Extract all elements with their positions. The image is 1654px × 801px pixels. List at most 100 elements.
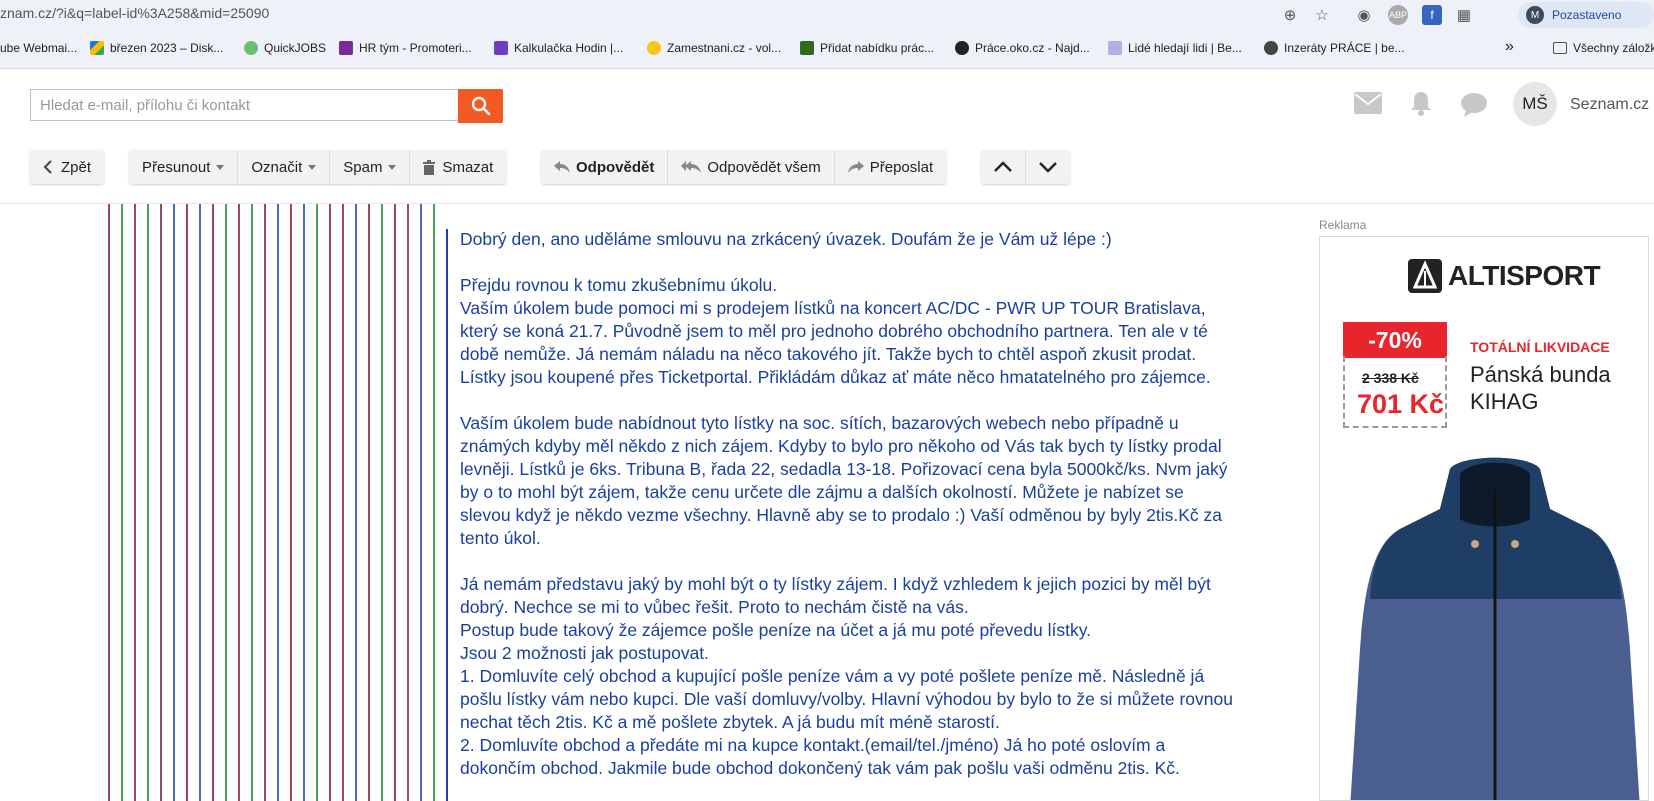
bookmark-item[interactable]: březen 2023 – Disk... [90, 41, 223, 55]
back-button[interactable]: Zpět [30, 150, 104, 184]
jacket-image [1350, 457, 1640, 800]
navigation-group [981, 150, 1070, 184]
ad-discount-badge: -70% [1343, 322, 1447, 358]
ad-promo-text: TOTÁLNÍ LIKVIDACE [1470, 339, 1610, 355]
message-line: slevou když je někdo vezme všechny. Hlav… [460, 505, 1222, 525]
message-line: nechat těch 2tis. Kč a mě pošlete zbytek… [460, 712, 1000, 732]
bell-icon[interactable] [1410, 90, 1432, 121]
folder-icon [1553, 42, 1567, 54]
forward-button[interactable]: Přeposlat [835, 150, 946, 184]
caret-down-icon [308, 164, 317, 170]
chevron-left-icon [43, 160, 52, 174]
message-line: dokončím obchod. Jakmile bude obchod dok… [460, 758, 1180, 778]
address-actions: ⊕ ☆ ◉ ABP f ▦ [1280, 4, 1474, 26]
message-line: Postup bude takový že zájemce pošle pení… [460, 620, 1092, 640]
zoom-icon[interactable]: ⊕ [1280, 5, 1300, 25]
ad-logo: ALTISPORT [1408, 259, 1601, 293]
message-line: Já nemám představu jaký by mohl být o ty… [460, 574, 1211, 594]
advertisement[interactable]: ALTISPORT -70% 2 338 Kč 701 Kč TOTÁLNÍ L… [1319, 236, 1649, 801]
quickjobs-icon [244, 41, 258, 55]
message-line: který se koná 21.7. Původně jsem to měl … [460, 321, 1208, 341]
back-group: Zpět [30, 150, 105, 184]
globe-icon [1264, 41, 1278, 55]
url-text[interactable]: znam.cz/?i&q=label-id%3A258&mid=25090 [0, 5, 269, 21]
delete-button[interactable]: Smazat [410, 150, 506, 184]
ad-old-price: 2 338 Kč [1362, 370, 1419, 386]
mark-button[interactable]: Označit [238, 150, 331, 184]
spam-button[interactable]: Spam [330, 150, 411, 184]
forward-icon [847, 161, 864, 173]
google-drive-icon [90, 41, 104, 55]
reply-group: Odpovědět Odpovědět všem Přeposlat [541, 150, 947, 184]
extension-globe-icon[interactable]: ◉ [1354, 5, 1374, 25]
star-icon[interactable]: ☆ [1312, 5, 1332, 25]
bookmarks-overflow-icon[interactable]: » [1505, 38, 1514, 56]
message-body: Dobrý den, ano uděláme smlouvu na zrkáce… [460, 228, 1300, 780]
user-avatar[interactable]: MŠ [1513, 82, 1557, 126]
onenote-icon [339, 41, 353, 55]
chevron-down-icon [1039, 162, 1057, 173]
extension-badge-icon[interactable]: f [1422, 5, 1442, 25]
trash-icon [423, 159, 436, 175]
quoted-thread-stripes [108, 204, 435, 801]
reply-all-icon [681, 161, 702, 173]
profile-status: Pozastaveno [1552, 8, 1622, 22]
caret-down-icon [388, 164, 397, 170]
ad-label: Reklama [1319, 218, 1367, 232]
bookmark-item[interactable]: Lidé hledají lidi | Be... [1108, 41, 1242, 55]
bookmarks-bar: ube Webmai... březen 2023 – Disk... Quic… [0, 30, 1654, 69]
reply-icon [554, 161, 570, 173]
extensions-puzzle-icon[interactable]: ▦ [1454, 5, 1474, 25]
message-line: pošlu lístky vám nebo kupci. Dle vaší do… [460, 689, 1233, 709]
chevron-up-icon [994, 161, 1012, 172]
bookmark-item[interactable]: ube Webmai... [0, 41, 77, 55]
altisport-logo-icon [1408, 259, 1442, 293]
paragraph-greeting: Dobrý den, ano uděláme smlouvu na zrkáce… [460, 228, 1300, 251]
previous-message-button[interactable] [981, 150, 1026, 184]
caret-down-icon [216, 164, 225, 170]
move-button[interactable]: Přesunout [129, 150, 239, 184]
lide-hledaji-lidi-icon [1108, 41, 1122, 55]
pridat-nabidku-icon [800, 41, 814, 55]
message-line: Vaším úkolem bude nabídnout tyto lístky … [460, 413, 1179, 433]
bookmark-item[interactable]: Inzeráty PRÁCE | be... [1264, 41, 1405, 55]
bookmark-item[interactable]: Přidat nabídku prác... [800, 41, 934, 55]
mail-icon[interactable] [1354, 92, 1382, 119]
bookmark-item[interactable]: Kalkulačka Hodin |... [494, 41, 623, 55]
profile-button[interactable]: M Pozastaveno [1518, 2, 1654, 28]
address-bar[interactable]: znam.cz/?i&q=label-id%3A258&mid=25090 ⊕ … [0, 0, 1654, 30]
paragraph-procedure: Já nemám představu jaký by mohl být o ty… [460, 573, 1300, 780]
zamestnani-icon [647, 41, 661, 55]
chat-icon[interactable] [1460, 92, 1488, 123]
kalkulacka-icon [494, 41, 508, 55]
prace-oko-icon [955, 41, 969, 55]
reply-button[interactable]: Odpovědět [541, 150, 669, 184]
ad-new-price: 701 Kč [1357, 389, 1445, 419]
message-line: době nemůže. Já nemám náladu na něco tak… [460, 344, 1197, 364]
message-line: Jsou 2 možnosti jak postupovat. [460, 643, 710, 663]
bookmark-item[interactable]: QuickJOBS [244, 41, 326, 55]
bookmark-item[interactable]: HR tým - Promoteri... [339, 41, 472, 55]
reply-all-button[interactable]: Odpovědět všem [668, 150, 835, 184]
all-bookmarks-button[interactable]: Všechny záložk [1553, 41, 1654, 55]
message-line: 2. Domluvíte obchod a předáte mi na kupc… [460, 735, 1166, 755]
message-line: Přejdu rovnou k tomu zkušebnímu úkolu. [460, 275, 778, 295]
message-line: levněji. Lístků je 6ks. Tribuna B, řada … [460, 459, 1228, 479]
bookmark-item[interactable]: Zamestnani.cz - vol... [647, 41, 781, 55]
brand-link[interactable]: Seznam.cz [1570, 96, 1649, 114]
message-line: Vaším úkolem bude pomoci mi s prodejem l… [460, 298, 1206, 318]
bookmark-item[interactable]: Práce.oko.cz - Najd... [955, 41, 1090, 55]
message-line: by o to mohl být zájem, takže cenu určet… [460, 482, 1184, 502]
message-line: dobrý. Nechce se mi to vůbec řešit. Prot… [460, 597, 969, 617]
profile-avatar: M [1526, 6, 1544, 24]
paragraph-task: Přejdu rovnou k tomu zkušebnímu úkolu. Va… [460, 274, 1300, 389]
search-button[interactable] [458, 89, 503, 123]
message-line: známých kdyby měl někdo z nich zájem. Kd… [460, 436, 1222, 456]
next-message-button[interactable] [1026, 150, 1070, 184]
adblock-icon[interactable]: ABP [1388, 5, 1408, 25]
quote-bar [446, 229, 448, 801]
message-actions-group: Přesunout Označit Spam Smazat [129, 150, 507, 184]
search-input[interactable] [30, 89, 458, 121]
message-line: Lístky jsou koupené přes Ticketportal. P… [460, 367, 1211, 387]
paragraph-instructions: Vaším úkolem bude nabídnout tyto lístky … [460, 412, 1300, 550]
